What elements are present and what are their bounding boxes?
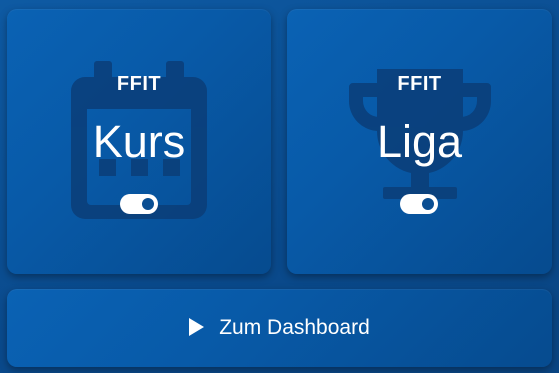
liga-card[interactable]: FFIT Liga — [287, 9, 552, 274]
kurs-toggle[interactable] — [120, 194, 158, 214]
kurs-card[interactable]: FFIT Kurs — [7, 9, 271, 274]
dashboard-button[interactable]: Zum Dashboard — [7, 289, 552, 367]
dashboard-button-content: Zum Dashboard — [7, 315, 552, 341]
dashboard-button-label: Zum Dashboard — [219, 316, 370, 339]
card-title: Kurs — [92, 116, 186, 167]
liga-toggle[interactable] — [400, 194, 438, 214]
play-icon — [189, 318, 205, 336]
app-screen: FFIT Kurs FFIT Liga Zum Dashboard — [0, 0, 559, 373]
brand-label: FFIT — [116, 73, 162, 95]
brand-label: FFIT — [397, 73, 442, 95]
card-title: Liga — [376, 116, 463, 167]
